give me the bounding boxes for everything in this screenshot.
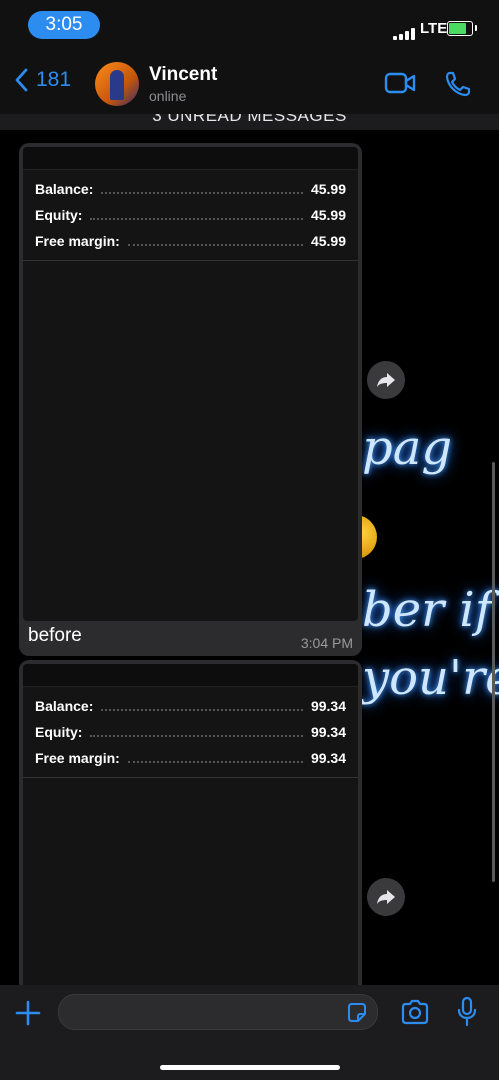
account-row: Equity: 99.34 bbox=[35, 724, 346, 740]
unread-banner: 3 UNREAD MESSAGES bbox=[0, 114, 499, 130]
camera-icon[interactable] bbox=[400, 999, 430, 1025]
avatar[interactable] bbox=[95, 62, 139, 106]
back-count: 181 bbox=[36, 68, 72, 91]
message-caption: before bbox=[28, 625, 82, 646]
composer-bar bbox=[0, 985, 499, 1080]
scrollbar[interactable] bbox=[492, 462, 495, 882]
account-row: Balance: 99.34 bbox=[35, 698, 346, 714]
account-row: Free margin: 45.99 bbox=[35, 233, 346, 249]
sticker-icon[interactable] bbox=[345, 1001, 369, 1025]
home-indicator[interactable] bbox=[160, 1065, 340, 1070]
forward-arrow-icon bbox=[377, 373, 395, 387]
battery-icon bbox=[447, 21, 477, 36]
wallpaper-text: you're bbox=[362, 650, 499, 706]
chevron-left-icon bbox=[15, 68, 28, 92]
video-call-icon[interactable] bbox=[384, 71, 416, 95]
image-message[interactable]: Balance: 45.99 Equity: 45.99 Free margin: 4… bbox=[19, 143, 362, 656]
forward-arrow-icon bbox=[377, 890, 395, 904]
screenshot-image[interactable]: Balance: 45.99 Equity: 45.99 Free margin: 4… bbox=[23, 147, 358, 621]
chat-header: 181 Vincent online bbox=[0, 54, 499, 114]
image-message[interactable]: Balance: 99.34 Equity: 99.34 Free margin: 9… bbox=[19, 660, 362, 1000]
account-row: Equity: 45.99 bbox=[35, 207, 346, 223]
screenshot-toolbar bbox=[23, 147, 358, 170]
plus-icon[interactable] bbox=[14, 999, 42, 1027]
status-bar: 3:05 LTE bbox=[0, 0, 499, 54]
microphone-icon[interactable] bbox=[456, 996, 478, 1028]
wallpaper-text: ber if bbox=[362, 582, 493, 638]
signal-icon bbox=[393, 22, 417, 40]
forward-button[interactable] bbox=[367, 878, 405, 916]
network-label: LTE bbox=[420, 20, 448, 37]
contact-name[interactable]: Vincent bbox=[149, 64, 217, 86]
wallpaper-text: pag bbox=[362, 420, 453, 476]
account-row: Balance: 45.99 bbox=[35, 181, 346, 197]
message-time: 3:04 PM bbox=[300, 635, 353, 651]
contact-status: online bbox=[149, 88, 187, 104]
screenshot-toolbar bbox=[23, 664, 358, 687]
back-button[interactable]: 181 bbox=[14, 68, 71, 92]
message-input[interactable] bbox=[58, 994, 378, 1030]
account-row: Free margin: 99.34 bbox=[35, 750, 346, 766]
forward-button[interactable] bbox=[367, 361, 405, 399]
status-time: 3:05 bbox=[28, 11, 100, 39]
phone-icon[interactable] bbox=[444, 70, 472, 98]
screenshot-image[interactable]: Balance: 99.34 Equity: 99.34 Free margin: 9… bbox=[23, 664, 358, 1000]
